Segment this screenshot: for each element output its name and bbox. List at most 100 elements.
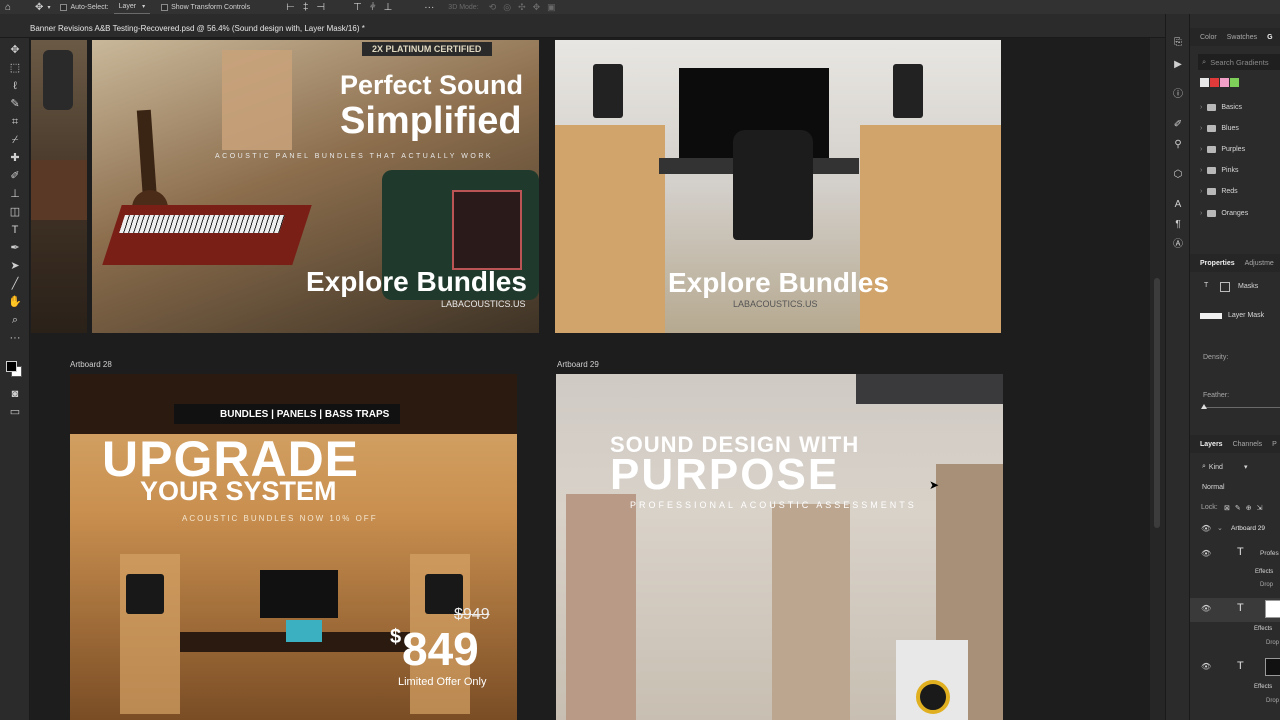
- chevron-down-icon[interactable]: ⌄: [1217, 524, 1223, 532]
- layer-filter-kind[interactable]: ⌕ Kind ▾: [1202, 463, 1247, 471]
- 3d-pan-icon[interactable]: ✣: [518, 2, 526, 13]
- lock-icons[interactable]: ⊠✎⊕⇲: [1224, 504, 1267, 512]
- align-right-icon[interactable]: ⊣: [316, 2, 325, 13]
- gradient-folder-oranges[interactable]: › Oranges: [1200, 207, 1248, 219]
- 3d-rotate-icon[interactable]: ⟲: [489, 2, 497, 13]
- tab-gradients[interactable]: G: [1257, 34, 1272, 41]
- artboard-partial-left[interactable]: [31, 40, 87, 333]
- home-button[interactable]: ⌂: [0, 0, 16, 14]
- healing-tool-icon[interactable]: ✚: [7, 150, 23, 166]
- auto-select-checkbox[interactable]: Auto-Select:: [55, 0, 113, 14]
- character-icon[interactable]: A: [1171, 198, 1185, 212]
- path-select-tool-icon[interactable]: ➤: [7, 258, 23, 274]
- glyphs-icon[interactable]: Ⓐ: [1171, 238, 1185, 252]
- mouse-cursor-icon: ➤: [929, 478, 940, 492]
- more-tools-icon[interactable]: ···: [7, 330, 23, 346]
- paragraph-icon[interactable]: ¶: [1171, 218, 1185, 232]
- properties-panel-tabs: Properties Adjustme: [1190, 254, 1280, 272]
- canvas-vertical-scrollbar[interactable]: [1150, 38, 1165, 720]
- crop-tool-icon[interactable]: ⌗: [7, 114, 23, 130]
- tagline: PROFESSIONAL ACOUSTIC ASSESSMENTS: [630, 500, 917, 510]
- info-icon[interactable]: ⓘ: [1171, 88, 1185, 102]
- layer-text-sound-design-selected[interactable]: 👁 T: [1190, 598, 1280, 622]
- tab-channels[interactable]: Channels: [1223, 441, 1263, 448]
- artboard-28[interactable]: BUNDLES | PANELS | BASS TRAPS UPGRADE YO…: [70, 374, 517, 720]
- layer-artboard-29[interactable]: 👁 ⌄ Artboard 29: [1190, 520, 1280, 544]
- artboard-explore-studio[interactable]: Explore Bundles LABACOUSTICS.US: [555, 40, 1001, 333]
- lasso-tool-icon[interactable]: ℓ: [7, 78, 23, 94]
- align-bottom-icon[interactable]: ⊥: [384, 2, 393, 13]
- layer-text-purpose[interactable]: 👁 T: [1190, 656, 1280, 680]
- more-options-button[interactable]: ···: [419, 0, 439, 14]
- move-tool-icon[interactable]: ✥: [7, 42, 23, 58]
- visibility-eye-icon[interactable]: 👁: [1201, 662, 1211, 671]
- artboard-29-label[interactable]: Artboard 29: [557, 360, 599, 369]
- gradient-folder-basics[interactable]: › Basics: [1200, 101, 1242, 113]
- brush-tool-icon[interactable]: ✐: [7, 168, 23, 184]
- brush-settings-icon[interactable]: ✐: [1171, 118, 1185, 132]
- tab-adjustments[interactable]: Adjustme: [1235, 260, 1274, 267]
- align-top-icon[interactable]: ⊤: [353, 2, 362, 13]
- foreground-color-swatch[interactable]: [6, 361, 17, 372]
- document-tab[interactable]: Banner Revisions A&B Testing-Recovered.p…: [30, 20, 365, 36]
- scrollbar-thumb[interactable]: [1154, 278, 1160, 528]
- tab-paths[interactable]: P: [1262, 441, 1277, 448]
- eraser-tool-icon[interactable]: ◫: [7, 204, 23, 220]
- quick-select-tool-icon[interactable]: ✎: [7, 96, 23, 112]
- screen-mode-icon[interactable]: ▭: [7, 404, 23, 420]
- zoom-tool-icon[interactable]: ⌕: [7, 312, 23, 328]
- 3d-camera-icon[interactable]: ▣: [547, 2, 556, 13]
- auto-select-label: Auto-Select:: [70, 3, 109, 11]
- 3d-cube-icon[interactable]: ⬡: [1171, 168, 1185, 182]
- layer-mask-thumbnail[interactable]: [1200, 313, 1222, 319]
- history-icon[interactable]: ⎘: [1171, 36, 1185, 50]
- gradient-folder-reds[interactable]: › Reds: [1200, 185, 1238, 197]
- feather-slider[interactable]: [1203, 407, 1280, 408]
- gradient-folder-purples[interactable]: › Purples: [1200, 143, 1245, 155]
- align-center-icon[interactable]: ‡: [303, 2, 309, 13]
- layer-mask-thumbnail[interactable]: [1265, 658, 1280, 676]
- gradient-search-input[interactable]: ⌕ Search Gradients: [1198, 54, 1280, 70]
- gradient-folder-blues[interactable]: › Blues: [1200, 122, 1239, 134]
- move-tool-preset[interactable]: ✥ ▾: [30, 0, 55, 14]
- gradient-folder-pinks[interactable]: › Pinks: [1200, 164, 1238, 176]
- marquee-tool-icon[interactable]: ⬚: [7, 60, 23, 76]
- mask-icon[interactable]: [1220, 282, 1230, 292]
- tab-layers[interactable]: Layers: [1190, 441, 1223, 448]
- quick-mask-icon[interactable]: ◙: [7, 386, 23, 402]
- show-transform-checkbox[interactable]: Show Transform Controls: [156, 0, 255, 14]
- feather-slider-handle[interactable]: [1201, 404, 1207, 409]
- visibility-eye-icon[interactable]: 👁: [1201, 549, 1211, 558]
- layer-text-professional[interactable]: 👁 T Profes: [1190, 544, 1280, 568]
- blend-mode-dropdown[interactable]: Normal: [1202, 484, 1225, 491]
- actions-play-icon[interactable]: ▶: [1171, 58, 1185, 72]
- align-left-icon[interactable]: ⊢: [286, 2, 295, 13]
- align-middle-icon[interactable]: ⫩: [370, 2, 376, 13]
- gradient-swatch[interactable]: [1230, 78, 1239, 87]
- tab-color[interactable]: Color: [1190, 34, 1217, 41]
- artboard-perfect-sound[interactable]: 2X PLATINUM CERTIFIED Perfect Sound Simp…: [92, 40, 539, 333]
- gradient-swatch[interactable]: [1210, 78, 1219, 87]
- visibility-eye-icon[interactable]: 👁: [1201, 604, 1211, 613]
- eyedropper-tool-icon[interactable]: ⌿: [7, 132, 23, 148]
- line-tool-icon[interactable]: ╱: [7, 276, 23, 292]
- document-canvas[interactable]: 2X PLATINUM CERTIFIED Perfect Sound Simp…: [31, 38, 1150, 720]
- 3d-slide-icon[interactable]: ✥: [533, 2, 541, 13]
- layer-mask-thumbnail[interactable]: [1265, 600, 1280, 618]
- hand-tool-icon[interactable]: ✋: [7, 294, 23, 310]
- gradient-swatch[interactable]: [1220, 78, 1229, 87]
- tab-properties[interactable]: Properties: [1190, 260, 1235, 267]
- tab-swatches[interactable]: Swatches: [1217, 34, 1257, 41]
- stamp-tool-icon[interactable]: ⊥: [7, 186, 23, 202]
- artboard-29[interactable]: SOUND DESIGN WITH PURPOSE PROFESSIONAL A…: [556, 374, 1003, 720]
- align-buttons: ⊢ ‡ ⊣: [281, 0, 330, 14]
- pen-tool-icon[interactable]: ✒: [7, 240, 23, 256]
- gradient-swatch[interactable]: [1200, 78, 1209, 87]
- auto-select-dropdown[interactable]: Layer ▾: [113, 0, 151, 14]
- artboard-28-label[interactable]: Artboard 28: [70, 360, 112, 369]
- 3d-roll-icon[interactable]: ◎: [503, 2, 511, 13]
- type-tool-icon[interactable]: T: [7, 222, 23, 238]
- speaker-left-shape: [593, 64, 623, 118]
- visibility-eye-icon[interactable]: 👁: [1201, 524, 1211, 533]
- clone-source-icon[interactable]: ⚲: [1171, 138, 1185, 152]
